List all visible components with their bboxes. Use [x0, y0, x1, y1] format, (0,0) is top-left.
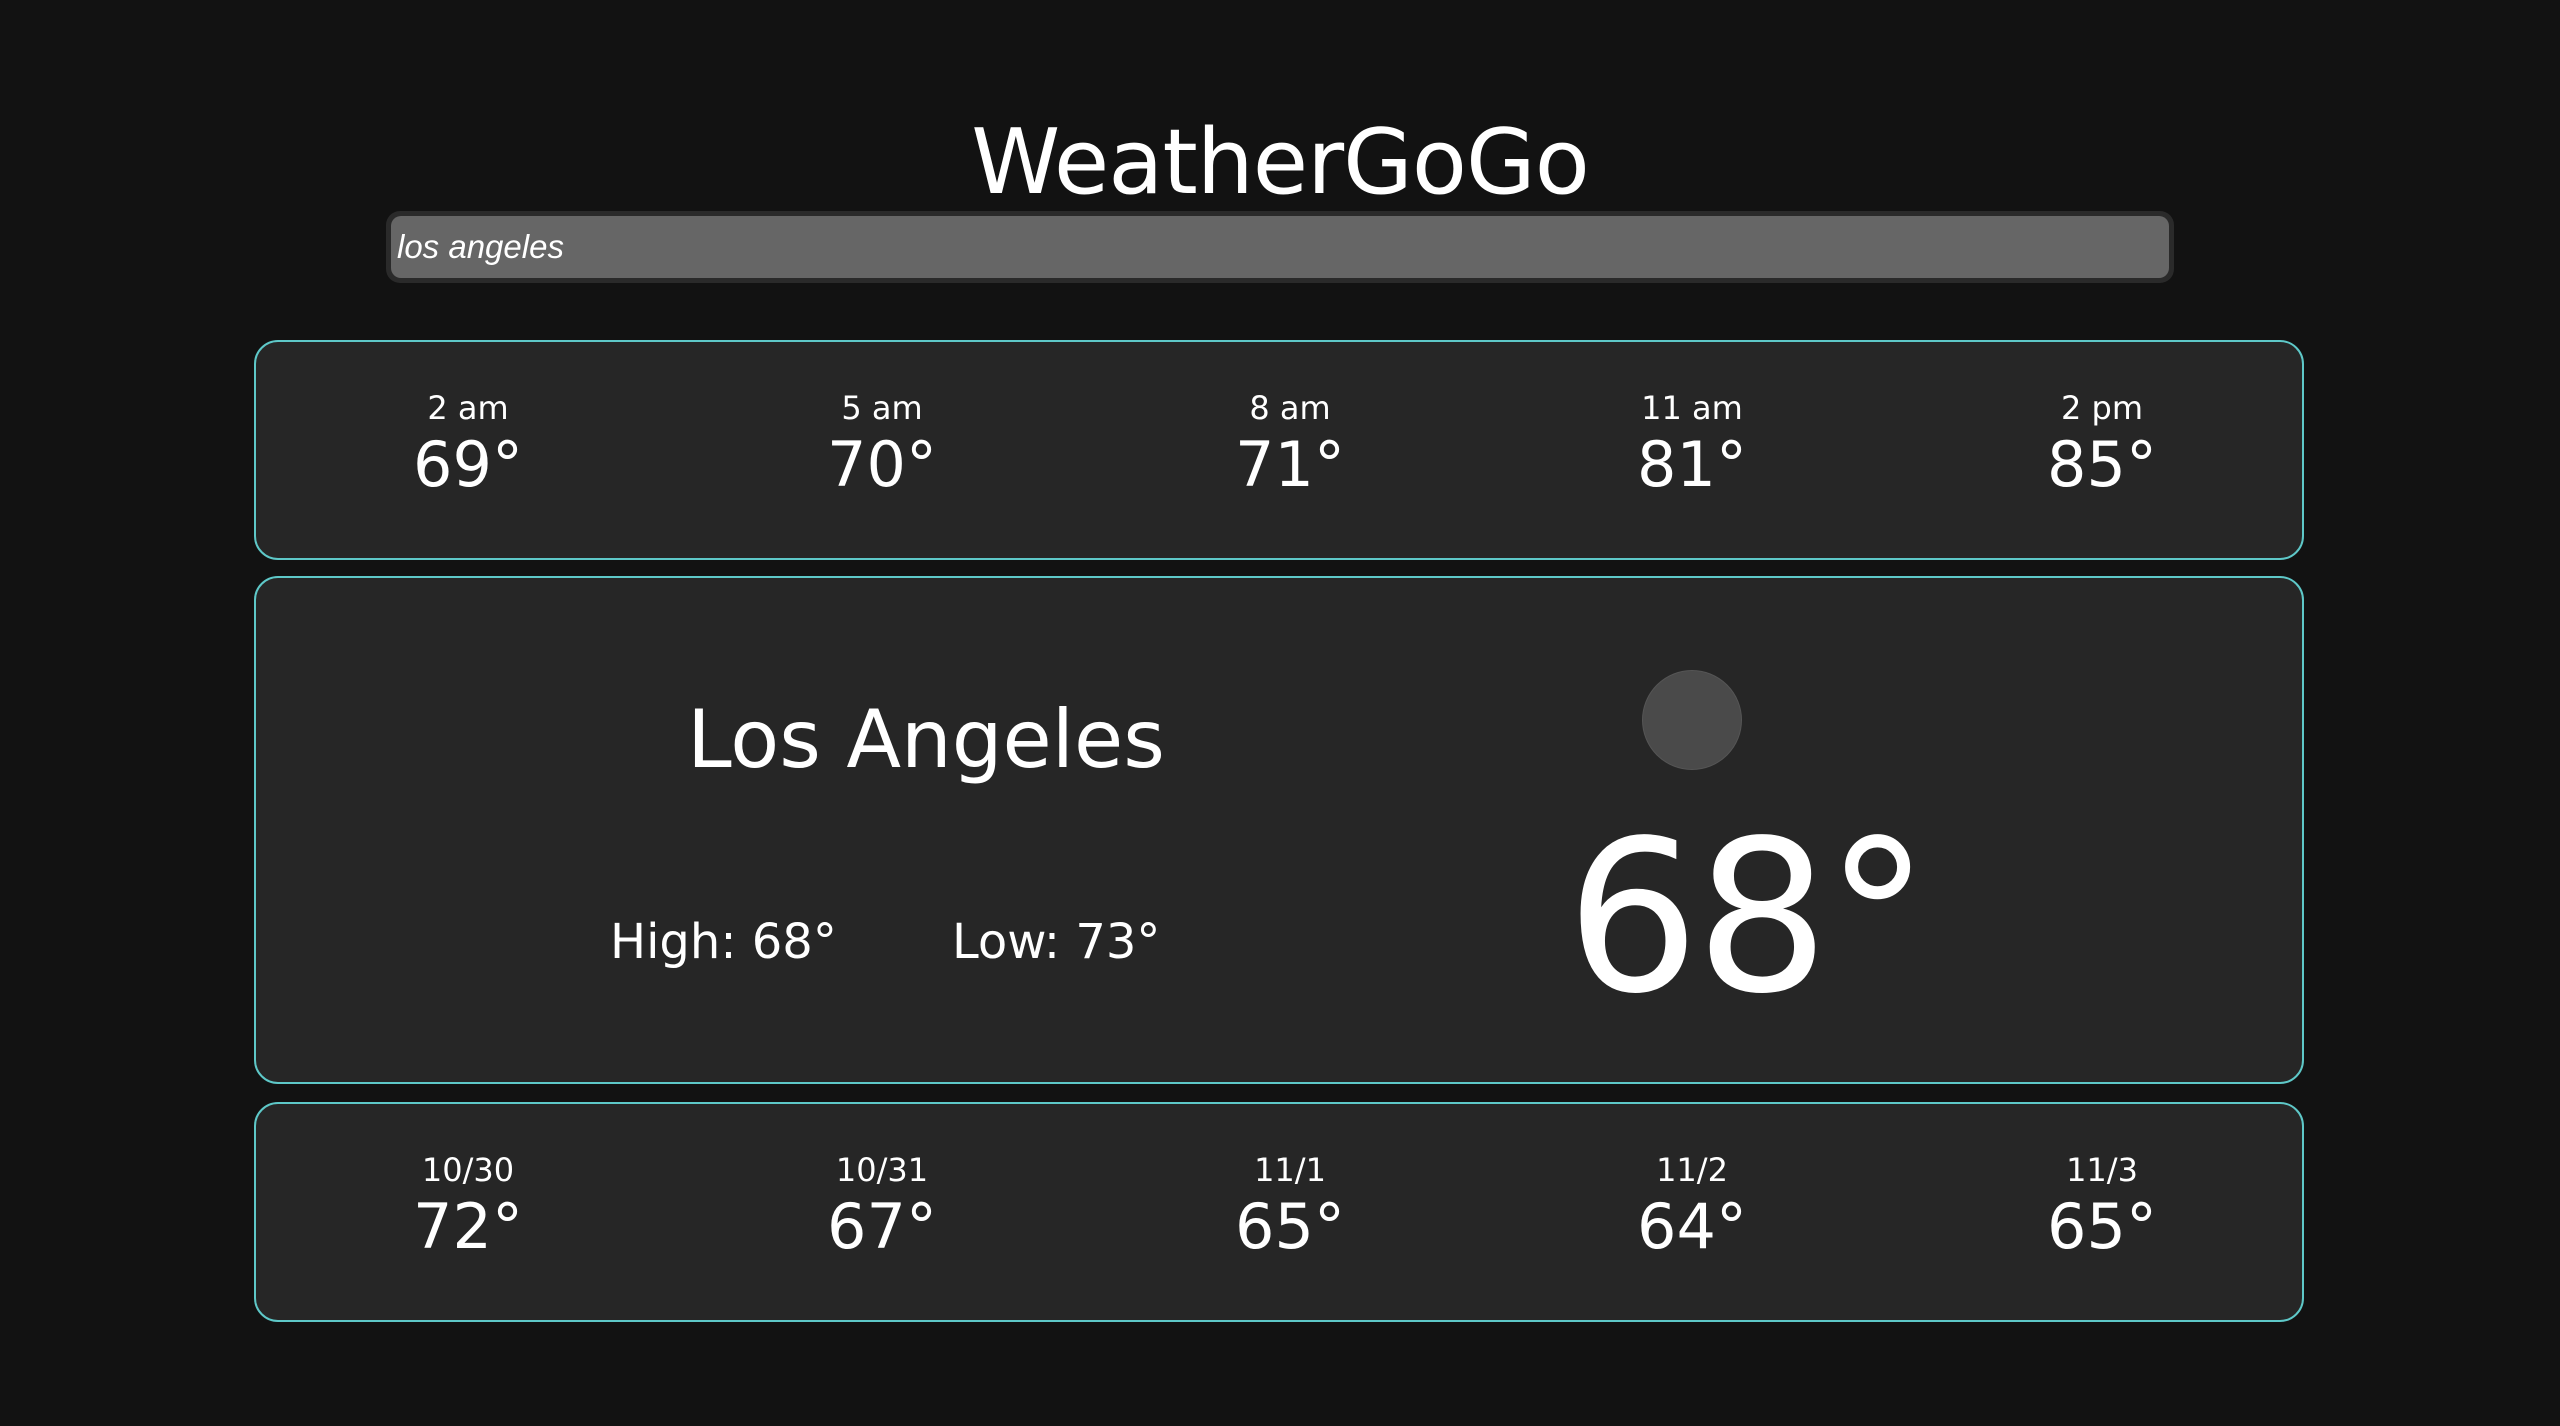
daily-forecast-item: 11/3 65° — [1982, 1150, 2222, 1264]
hourly-forecast-item: 2 pm 85° — [1982, 388, 2222, 502]
city-name: Los Angeles — [687, 693, 1165, 786]
hourly-forecast-item: 5 am 70° — [762, 388, 1002, 502]
current-temp: 68° — [1565, 795, 1930, 1040]
hourly-forecast-item: 8 am 71° — [1170, 388, 1410, 502]
daily-forecast-item: 11/1 65° — [1170, 1150, 1410, 1264]
high-temp: High: 68° — [610, 914, 837, 970]
hour-temp: 70° — [827, 428, 937, 501]
hour-label: 2 pm — [2060, 389, 2143, 427]
daily-forecast-item: 11/2 64° — [1572, 1150, 1812, 1264]
weather-app: WeatherGoGo 2 am 69° 5 am 70° 8 am 71° 1… — [0, 0, 2560, 1426]
low-temp: Low: 73° — [952, 914, 1161, 970]
weather-condition-icon — [1642, 670, 1742, 770]
hour-temp: 85° — [2047, 428, 2157, 501]
search-bar — [386, 211, 2174, 283]
hour-label: 11 am — [1641, 389, 1743, 427]
hour-label: 8 am — [1249, 389, 1331, 427]
day-temp: 72° — [413, 1190, 523, 1263]
day-label: 11/1 — [1254, 1151, 1326, 1189]
day-label: 10/31 — [835, 1151, 929, 1189]
hour-label: 5 am — [841, 389, 923, 427]
hour-label: 2 am — [427, 389, 509, 427]
hourly-forecast-item: 2 am 69° — [348, 388, 588, 502]
day-temp: 64° — [1637, 1190, 1747, 1263]
search-input[interactable] — [391, 216, 2169, 278]
day-label: 11/2 — [1656, 1151, 1728, 1189]
day-temp: 67° — [827, 1190, 937, 1263]
hourly-forecast-card: 2 am 69° 5 am 70° 8 am 71° 11 am 81° 2 p… — [254, 340, 2304, 560]
daily-forecast-item: 10/30 72° — [348, 1150, 588, 1264]
hour-temp: 81° — [1637, 428, 1747, 501]
day-label: 11/3 — [2066, 1151, 2138, 1189]
hourly-forecast-item: 11 am 81° — [1572, 388, 1812, 502]
current-weather-card: Los Angeles High: 68° Low: 73° 68° — [254, 576, 2304, 1084]
hour-temp: 69° — [413, 428, 523, 501]
daily-forecast-item: 10/31 67° — [762, 1150, 1002, 1264]
day-temp: 65° — [1235, 1190, 1345, 1263]
daily-forecast-card: 10/30 72° 10/31 67° 11/1 65° 11/2 64° 11… — [254, 1102, 2304, 1322]
app-title: WeatherGoGo — [971, 110, 1590, 216]
day-temp: 65° — [2047, 1190, 2157, 1263]
hour-temp: 71° — [1235, 428, 1345, 501]
day-label: 10/30 — [421, 1151, 515, 1189]
